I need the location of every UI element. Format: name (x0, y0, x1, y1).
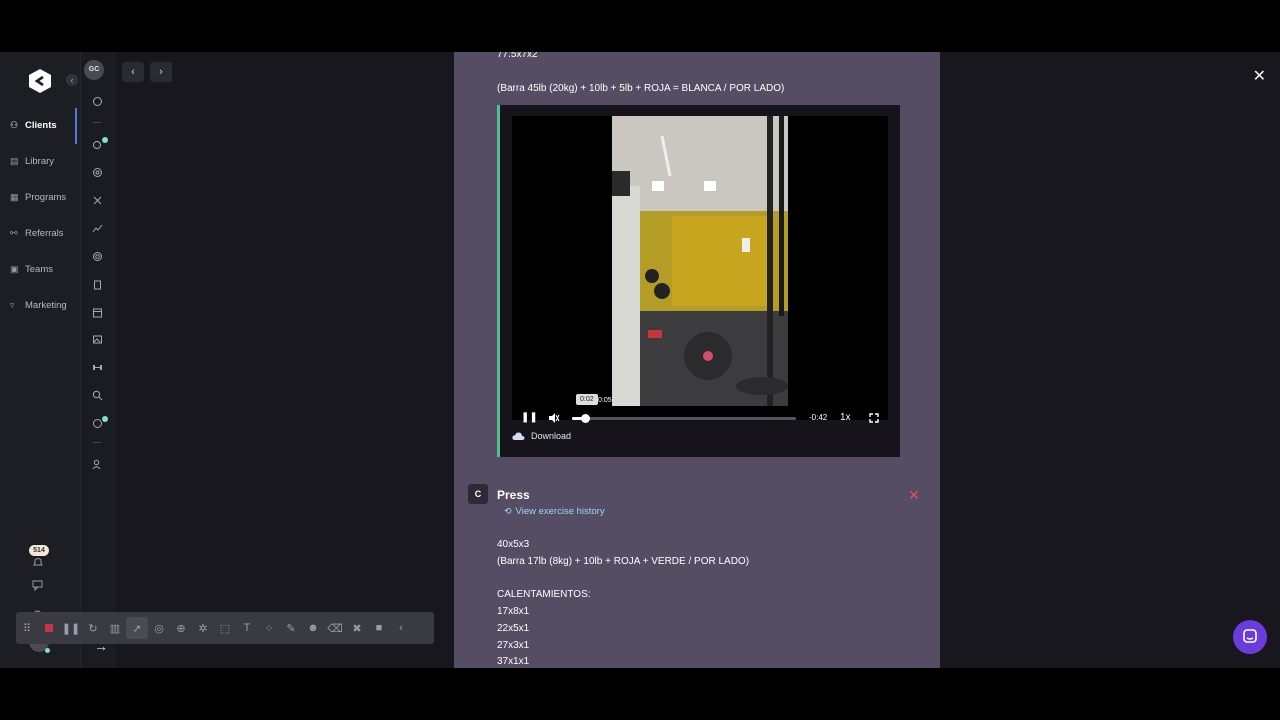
exercise-name: Press (497, 488, 530, 502)
new-activity-dot (102, 137, 108, 143)
grid-icon[interactable]: ⁘ (258, 617, 280, 639)
library-icon: ▤ (10, 155, 19, 166)
referrals-icon: ⚯ (10, 227, 18, 238)
expand-arrow-button[interactable]: → (90, 635, 112, 657)
video-player[interactable]: 0:02 0:05 ❚❚ -0:42 1x (512, 116, 888, 423)
bell-icon[interactable] (32, 557, 44, 567)
metrics-icon[interactable] (90, 221, 104, 235)
messages-icon[interactable] (32, 580, 45, 591)
stop-recording-icon[interactable] (38, 617, 60, 639)
sidebar-item-label: Marketing (25, 299, 67, 311)
brand-logo[interactable] (28, 68, 52, 94)
set-scheme-text: 77.5x7x2 (497, 52, 538, 60)
emoji-icon[interactable]: ☻ (302, 617, 324, 639)
collapse-toolbar-icon[interactable]: ‹ (390, 617, 412, 639)
video-frame (612, 116, 788, 406)
programs-icon: ▦ (10, 191, 19, 202)
chat-support-icon (1243, 629, 1257, 643)
sidebar-item-marketing[interactable]: ▿ Marketing (0, 295, 78, 315)
close-modal-button[interactable]: ✕ (1253, 66, 1266, 86)
marketing-icon: ▿ (10, 299, 15, 310)
highlight-icon[interactable]: ✲ (192, 617, 214, 639)
mentions-icon[interactable] (90, 249, 104, 263)
forms-activity-dot (102, 416, 108, 422)
seek-bar[interactable] (572, 414, 796, 423)
crop-icon[interactable]: ⬚ (214, 617, 236, 639)
exercise-line: 37x1x1 (497, 656, 530, 667)
sidebar-item-label: Programs (25, 191, 67, 203)
notification-badge[interactable]: 514 (29, 545, 49, 556)
exercise-line: 17x8x1 (497, 606, 530, 617)
download-link[interactable]: Download (512, 431, 571, 441)
gym-scene (612, 116, 788, 406)
image-icon[interactable] (90, 332, 104, 346)
delete-exercise-button[interactable]: ✕ (908, 488, 920, 502)
clipboard-icon[interactable] (90, 277, 104, 291)
exercise-line: 40x5x3 (497, 539, 530, 550)
nutrition-icon[interactable] (90, 193, 104, 207)
sidebar-item-library[interactable]: ▤ Library (0, 151, 78, 171)
recording-toolbar: ⠿ ❚❚ ↻ ▥ ➚ ◎ ⊕ ✲ ⬚ T ⁘ ✎ ☻ ⌫ ✖ ■ ‹ (16, 612, 434, 644)
search-client-icon[interactable] (90, 388, 104, 402)
exercise-line: 22x5x1 (497, 623, 530, 634)
sidebar-item-label: Library (25, 155, 55, 167)
sidebar-item-referrals[interactable]: ⚯ Referrals (0, 223, 78, 243)
drag-handle-icon[interactable]: ⠿ (16, 617, 38, 639)
video-attachment: 0:02 0:05 ❚❚ -0:42 1x Download (497, 105, 900, 457)
pin-icon[interactable]: ✖ (346, 617, 368, 639)
primary-sidebar: ‹ ⚇ Clients ▤ Library ▦ Programs ⚯ Refer… (0, 52, 80, 668)
bar-note-text: (Barra 45lb (20kg) + 10lb + 5lb + ROJA =… (497, 83, 785, 94)
app-window: ‹ ⚇ Clients ▤ Library ▦ Programs ⚯ Refer… (0, 52, 1280, 668)
time-tooltip: 0:02 (576, 394, 598, 405)
fullscreen-icon[interactable] (869, 413, 879, 423)
camera-icon[interactable]: ■ (368, 617, 390, 639)
elapsed-time: 0:05 (598, 397, 612, 404)
dumbbell-icon[interactable] (90, 360, 104, 374)
exercise-line: 27x3x1 (497, 640, 530, 651)
exercise-line: (Barra 17lb (8kg) + 10lb + ROJA + VERDE … (497, 556, 750, 567)
client-settings-icon[interactable] (90, 457, 104, 471)
collapse-sidebar-button[interactable]: ‹ (66, 74, 78, 86)
spotlight-icon[interactable]: ◎ (148, 617, 170, 639)
chevron-left-icon: ‹ (131, 66, 135, 78)
pen-icon[interactable]: ✎ (280, 617, 302, 639)
history-link-label: View exercise history (515, 506, 605, 517)
eraser-icon[interactable]: ⌫ (324, 617, 346, 639)
exercise-badge: C (468, 484, 488, 504)
zoom-icon[interactable]: ⊕ (170, 617, 192, 639)
sidebar-item-clients[interactable]: ⚇ Clients (0, 115, 78, 135)
download-label: Download (531, 431, 572, 441)
workout-detail-modal: 77.5x7x2 (Barra 45lb (20kg) + 10lb + 5lb… (454, 52, 940, 668)
chevron-right-icon: › (159, 66, 163, 78)
support-chat-button[interactable] (1233, 620, 1267, 654)
text-icon[interactable]: T (236, 617, 258, 639)
chat-icon[interactable] (90, 94, 104, 108)
goals-icon[interactable] (90, 165, 104, 179)
pause-recording-icon[interactable]: ❚❚ (60, 617, 82, 639)
remaining-time: -0:42 (809, 413, 828, 422)
sidebar-item-teams[interactable]: ▣ Teams (0, 259, 78, 279)
forward-button[interactable]: › (150, 62, 172, 82)
seek-thumb[interactable] (581, 414, 591, 423)
calendar-icon[interactable] (90, 305, 104, 319)
sidebar-item-label: Referrals (25, 227, 64, 239)
pointer-icon[interactable]: ➚ (126, 617, 148, 639)
teams-icon: ▣ (10, 263, 19, 274)
online-status-dot (45, 648, 50, 653)
sidebar-item-label: Teams (25, 263, 53, 275)
playback-speed-button[interactable]: 1x (840, 412, 851, 423)
clients-icon: ⚇ (10, 119, 19, 130)
view-history-link[interactable]: ⟲ View exercise history (504, 506, 605, 517)
pause-icon[interactable]: ❚❚ (521, 412, 538, 423)
back-button[interactable]: ‹ (122, 62, 144, 82)
cloud-download-icon (512, 432, 525, 440)
mute-icon[interactable] (548, 413, 560, 423)
history-icon: ⟲ (504, 506, 512, 516)
exercise-line: CALENTAMIENTOS: (497, 589, 591, 600)
sidebar-item-programs[interactable]: ▦ Programs (0, 187, 78, 207)
divider (93, 122, 101, 123)
divider (93, 442, 101, 443)
sidebar-item-label: Clients (25, 119, 57, 131)
client-avatar[interactable]: GC (84, 60, 104, 80)
